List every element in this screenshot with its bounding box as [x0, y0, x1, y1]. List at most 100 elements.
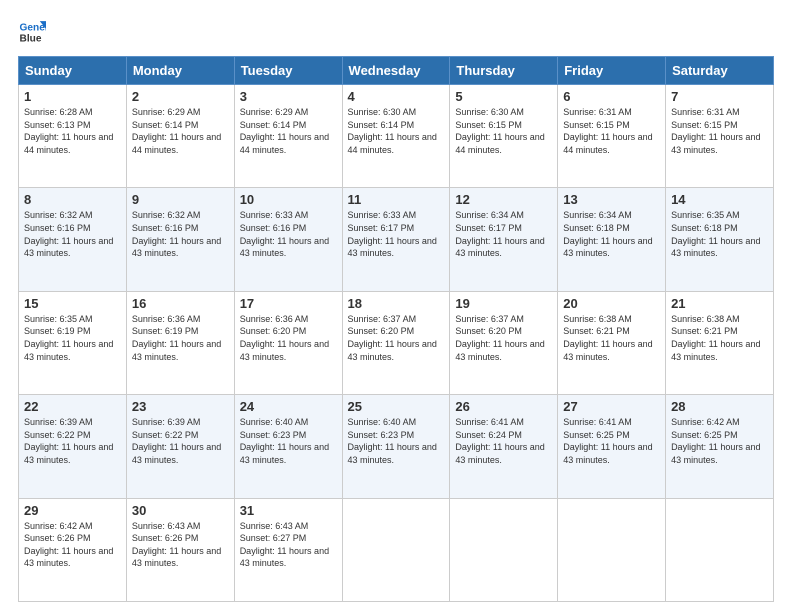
- cell-daylight: Daylight: 11 hours and 43 minutes.: [24, 339, 113, 362]
- calendar-cell: 24 Sunrise: 6:40 AM Sunset: 6:23 PM Dayl…: [234, 395, 342, 498]
- calendar-cell: 1 Sunrise: 6:28 AM Sunset: 6:13 PM Dayli…: [19, 85, 127, 188]
- cell-sunset: Sunset: 6:14 PM: [240, 120, 307, 130]
- cell-daylight: Daylight: 11 hours and 43 minutes.: [348, 236, 437, 259]
- calendar-cell: 6 Sunrise: 6:31 AM Sunset: 6:15 PM Dayli…: [558, 85, 666, 188]
- cell-sunset: Sunset: 6:22 PM: [24, 430, 91, 440]
- weekday-header-thursday: Thursday: [450, 57, 558, 85]
- cell-sunset: Sunset: 6:15 PM: [455, 120, 522, 130]
- cell-sunrise: Sunrise: 6:31 AM: [671, 107, 740, 117]
- calendar-week-3: 15 Sunrise: 6:35 AM Sunset: 6:19 PM Dayl…: [19, 291, 774, 394]
- cell-sunrise: Sunrise: 6:39 AM: [24, 417, 93, 427]
- day-number: 30: [132, 503, 229, 518]
- cell-sunrise: Sunrise: 6:39 AM: [132, 417, 201, 427]
- calendar-cell: 11 Sunrise: 6:33 AM Sunset: 6:17 PM Dayl…: [342, 188, 450, 291]
- cell-sunrise: Sunrise: 6:35 AM: [671, 210, 740, 220]
- cell-sunrise: Sunrise: 6:37 AM: [348, 314, 417, 324]
- cell-sunset: Sunset: 6:18 PM: [671, 223, 738, 233]
- cell-sunrise: Sunrise: 6:32 AM: [24, 210, 93, 220]
- day-number: 11: [348, 192, 445, 207]
- calendar-week-1: 1 Sunrise: 6:28 AM Sunset: 6:13 PM Dayli…: [19, 85, 774, 188]
- calendar-cell: 26 Sunrise: 6:41 AM Sunset: 6:24 PM Dayl…: [450, 395, 558, 498]
- calendar-cell: 21 Sunrise: 6:38 AM Sunset: 6:21 PM Dayl…: [666, 291, 774, 394]
- cell-daylight: Daylight: 11 hours and 43 minutes.: [348, 442, 437, 465]
- cell-sunrise: Sunrise: 6:42 AM: [671, 417, 740, 427]
- day-number: 19: [455, 296, 552, 311]
- day-number: 3: [240, 89, 337, 104]
- logo: General Blue: [18, 18, 50, 46]
- cell-daylight: Daylight: 11 hours and 43 minutes.: [240, 546, 329, 569]
- day-number: 10: [240, 192, 337, 207]
- cell-daylight: Daylight: 11 hours and 43 minutes.: [24, 236, 113, 259]
- cell-sunrise: Sunrise: 6:38 AM: [671, 314, 740, 324]
- calendar-cell: 17 Sunrise: 6:36 AM Sunset: 6:20 PM Dayl…: [234, 291, 342, 394]
- cell-sunrise: Sunrise: 6:37 AM: [455, 314, 524, 324]
- cell-sunset: Sunset: 6:17 PM: [455, 223, 522, 233]
- calendar-cell: 16 Sunrise: 6:36 AM Sunset: 6:19 PM Dayl…: [126, 291, 234, 394]
- day-number: 20: [563, 296, 660, 311]
- weekday-header-saturday: Saturday: [666, 57, 774, 85]
- cell-sunrise: Sunrise: 6:34 AM: [563, 210, 632, 220]
- calendar-cell: 8 Sunrise: 6:32 AM Sunset: 6:16 PM Dayli…: [19, 188, 127, 291]
- calendar-table: SundayMondayTuesdayWednesdayThursdayFrid…: [18, 56, 774, 602]
- calendar-cell: [558, 498, 666, 601]
- cell-sunrise: Sunrise: 6:40 AM: [348, 417, 417, 427]
- cell-daylight: Daylight: 11 hours and 43 minutes.: [240, 442, 329, 465]
- calendar-cell: 23 Sunrise: 6:39 AM Sunset: 6:22 PM Dayl…: [126, 395, 234, 498]
- cell-daylight: Daylight: 11 hours and 44 minutes.: [563, 132, 652, 155]
- cell-daylight: Daylight: 11 hours and 43 minutes.: [671, 339, 760, 362]
- day-number: 22: [24, 399, 121, 414]
- calendar-cell: 25 Sunrise: 6:40 AM Sunset: 6:23 PM Dayl…: [342, 395, 450, 498]
- cell-daylight: Daylight: 11 hours and 43 minutes.: [455, 442, 544, 465]
- calendar-cell: 31 Sunrise: 6:43 AM Sunset: 6:27 PM Dayl…: [234, 498, 342, 601]
- cell-daylight: Daylight: 11 hours and 44 minutes.: [240, 132, 329, 155]
- day-number: 14: [671, 192, 768, 207]
- calendar-week-2: 8 Sunrise: 6:32 AM Sunset: 6:16 PM Dayli…: [19, 188, 774, 291]
- calendar-cell: 18 Sunrise: 6:37 AM Sunset: 6:20 PM Dayl…: [342, 291, 450, 394]
- cell-daylight: Daylight: 11 hours and 43 minutes.: [563, 339, 652, 362]
- cell-sunrise: Sunrise: 6:42 AM: [24, 521, 93, 531]
- cell-sunrise: Sunrise: 6:41 AM: [563, 417, 632, 427]
- day-number: 15: [24, 296, 121, 311]
- day-number: 9: [132, 192, 229, 207]
- day-number: 27: [563, 399, 660, 414]
- cell-sunset: Sunset: 6:25 PM: [671, 430, 738, 440]
- day-number: 8: [24, 192, 121, 207]
- cell-sunset: Sunset: 6:17 PM: [348, 223, 415, 233]
- calendar-cell: 30 Sunrise: 6:43 AM Sunset: 6:26 PM Dayl…: [126, 498, 234, 601]
- cell-daylight: Daylight: 11 hours and 43 minutes.: [132, 339, 221, 362]
- day-number: 1: [24, 89, 121, 104]
- cell-sunset: Sunset: 6:14 PM: [132, 120, 199, 130]
- day-number: 31: [240, 503, 337, 518]
- calendar-cell: 12 Sunrise: 6:34 AM Sunset: 6:17 PM Dayl…: [450, 188, 558, 291]
- calendar-cell: [450, 498, 558, 601]
- cell-daylight: Daylight: 11 hours and 43 minutes.: [671, 132, 760, 155]
- cell-sunset: Sunset: 6:16 PM: [132, 223, 199, 233]
- cell-sunrise: Sunrise: 6:28 AM: [24, 107, 93, 117]
- cell-daylight: Daylight: 11 hours and 43 minutes.: [240, 236, 329, 259]
- calendar-cell: 29 Sunrise: 6:42 AM Sunset: 6:26 PM Dayl…: [19, 498, 127, 601]
- cell-sunrise: Sunrise: 6:36 AM: [240, 314, 309, 324]
- cell-sunrise: Sunrise: 6:35 AM: [24, 314, 93, 324]
- cell-sunrise: Sunrise: 6:36 AM: [132, 314, 201, 324]
- cell-sunrise: Sunrise: 6:29 AM: [132, 107, 201, 117]
- cell-daylight: Daylight: 11 hours and 44 minutes.: [24, 132, 113, 155]
- calendar-cell: 13 Sunrise: 6:34 AM Sunset: 6:18 PM Dayl…: [558, 188, 666, 291]
- cell-daylight: Daylight: 11 hours and 43 minutes.: [132, 546, 221, 569]
- cell-daylight: Daylight: 11 hours and 43 minutes.: [240, 339, 329, 362]
- calendar-week-4: 22 Sunrise: 6:39 AM Sunset: 6:22 PM Dayl…: [19, 395, 774, 498]
- weekday-header-monday: Monday: [126, 57, 234, 85]
- weekday-header-wednesday: Wednesday: [342, 57, 450, 85]
- cell-daylight: Daylight: 11 hours and 43 minutes.: [132, 442, 221, 465]
- day-number: 18: [348, 296, 445, 311]
- calendar-cell: 20 Sunrise: 6:38 AM Sunset: 6:21 PM Dayl…: [558, 291, 666, 394]
- day-number: 4: [348, 89, 445, 104]
- calendar-cell: 28 Sunrise: 6:42 AM Sunset: 6:25 PM Dayl…: [666, 395, 774, 498]
- cell-sunset: Sunset: 6:19 PM: [24, 326, 91, 336]
- day-number: 29: [24, 503, 121, 518]
- cell-sunrise: Sunrise: 6:33 AM: [348, 210, 417, 220]
- day-number: 25: [348, 399, 445, 414]
- cell-sunset: Sunset: 6:18 PM: [563, 223, 630, 233]
- cell-sunset: Sunset: 6:16 PM: [240, 223, 307, 233]
- cell-sunset: Sunset: 6:26 PM: [24, 533, 91, 543]
- cell-daylight: Daylight: 11 hours and 43 minutes.: [563, 236, 652, 259]
